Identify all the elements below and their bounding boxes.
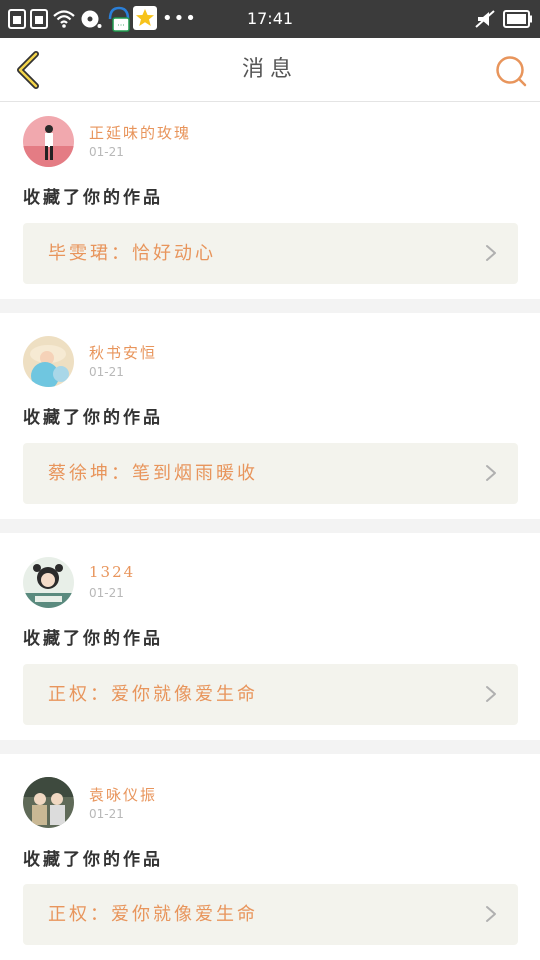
avatar[interactable] [23,116,74,167]
divider [0,740,540,754]
header-bar: 消息 [0,38,540,102]
page-title: 消息 [241,57,298,82]
work-link[interactable]: 蔡徐坤：笔到烟雨暖收 [23,443,518,504]
message-date: 01-21 [89,586,124,600]
work-title: 蔡徐坤：笔到烟雨暖收 [48,463,258,484]
action-text: 收藏了你的作品 [23,850,163,870]
work-link[interactable]: 毕雯珺：恰好动心 [23,223,518,284]
avatar[interactable] [23,557,74,608]
username[interactable]: 秋书安恒 [89,342,157,363]
message-date: 01-21 [89,145,124,159]
chevron-right-icon [486,686,496,702]
back-arrow-icon[interactable] [10,50,50,90]
list-item: 秋书安恒 01-21 收藏了你的作品 蔡徐坤：笔到烟雨暖收 [0,313,540,509]
action-text: 收藏了你的作品 [23,188,163,208]
message-date: 01-21 [89,365,124,379]
username[interactable]: 袁咏仪振 [89,784,157,805]
list-item: 袁咏仪振 01-21 收藏了你的作品 正权：爱你就像爱生命 [0,754,540,950]
status-bar: ··· ••• 17:41 [0,0,540,38]
divider [0,519,540,533]
avatar[interactable] [23,336,74,387]
work-title: 正权：爱你就像爱生命 [48,904,258,925]
message-date: 01-21 [89,807,124,821]
battery-icon [503,10,532,28]
username[interactable]: 正延味的玫瑰 [89,122,191,143]
work-link[interactable]: 正权：爱你就像爱生命 [23,664,518,725]
list-item: 1324 01-21 收藏了你的作品 正权：爱你就像爱生命 [0,533,540,729]
status-time: 17:41 [246,9,294,28]
search-icon[interactable] [494,54,528,88]
mute-icon [475,10,495,28]
work-title: 正权：爱你就像爱生命 [48,684,258,705]
chevron-right-icon [486,906,496,922]
username[interactable]: 1324 [89,563,135,581]
chevron-right-icon [486,245,496,261]
work-title: 毕雯珺：恰好动心 [48,243,216,264]
work-link[interactable]: 正权：爱你就像爱生命 [23,884,518,945]
list-item: 正延味的玫瑰 01-21 收藏了你的作品 毕雯珺：恰好动心 [0,103,540,299]
divider [0,299,540,313]
action-text: 收藏了你的作品 [23,408,163,428]
avatar[interactable] [23,777,74,828]
chevron-right-icon [486,465,496,481]
action-text: 收藏了你的作品 [23,629,163,649]
